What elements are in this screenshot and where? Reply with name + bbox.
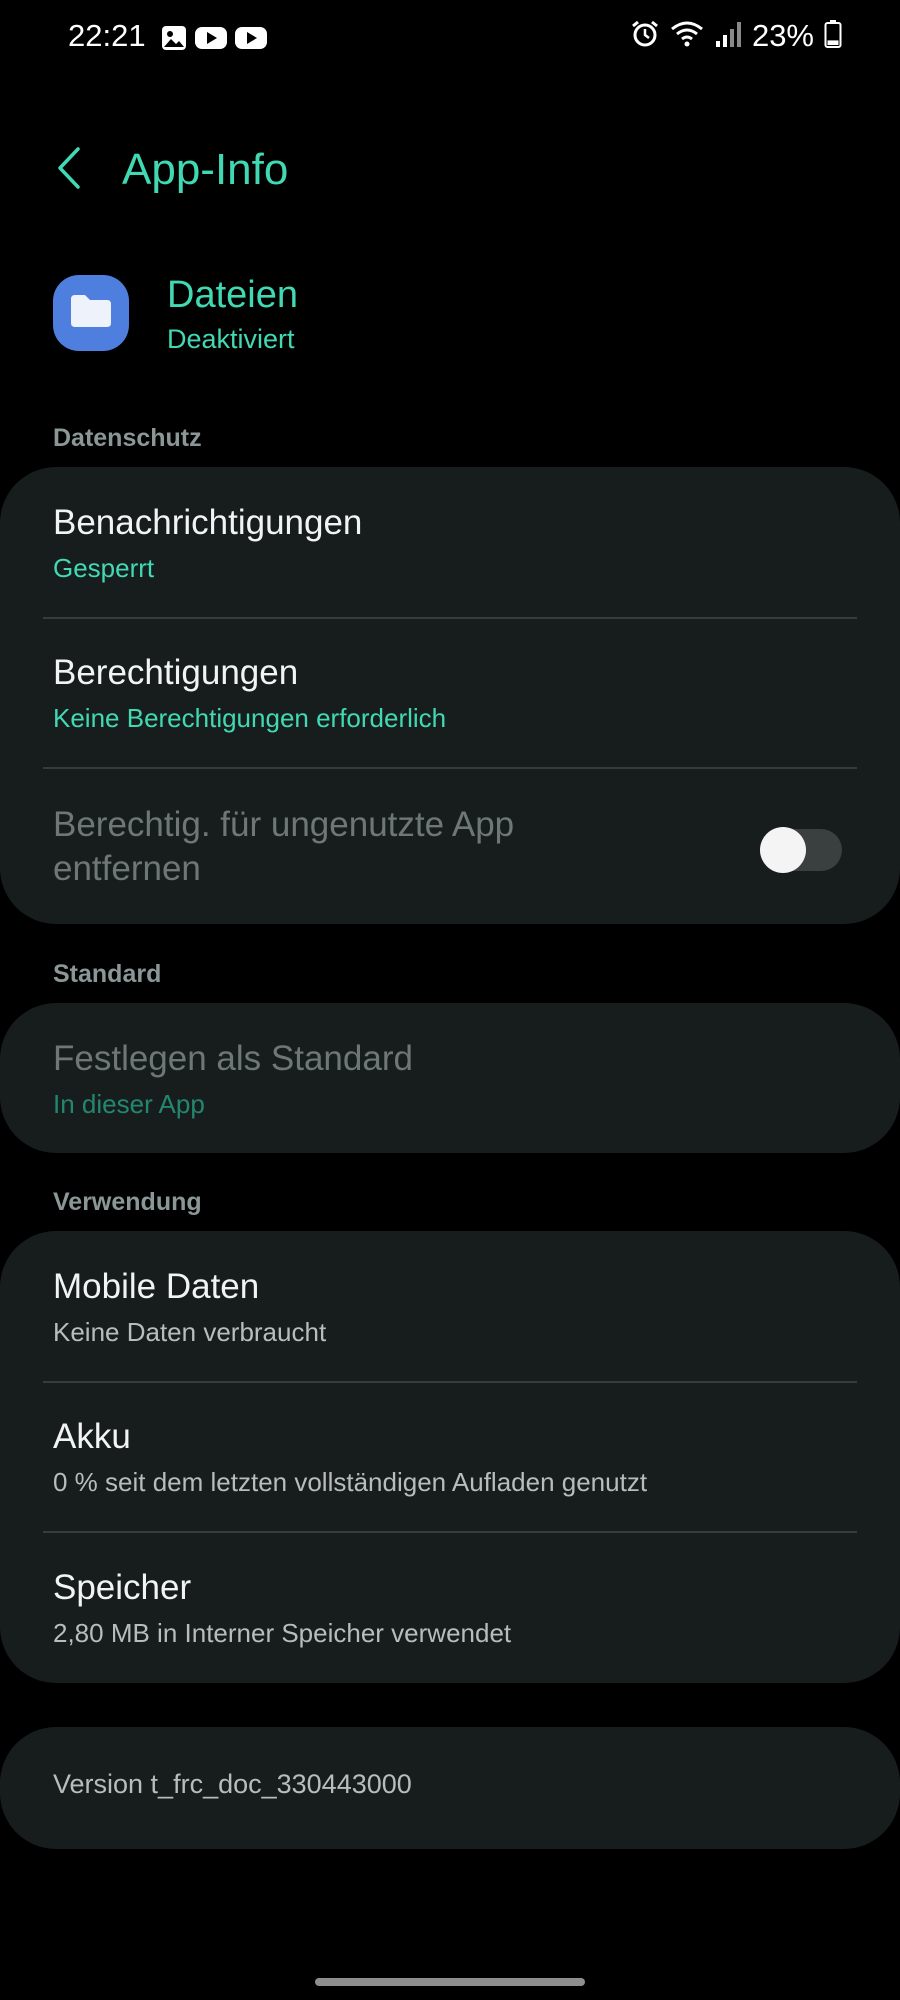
default-card: Festlegen als Standard In dieser App [0,1003,900,1153]
mobile-data-value: Keine Daten verbraucht [53,1317,327,1347]
battery-icon [824,19,842,54]
alarm-icon [630,19,660,54]
storage-value: 2,80 MB in Interner Speicher verwendet [53,1618,512,1648]
home-indicator[interactable] [315,1978,585,1986]
status-time: 22:21 [68,18,146,53]
status-bar: 22:21 23% [0,0,900,80]
set-as-default-row[interactable]: Festlegen als Standard In dieser App [0,1003,900,1153]
section-label-usage: Verwendung [53,1188,202,1216]
battery-percent: 23% [751,18,814,53]
permissions-title: Berechtigungen [53,653,299,692]
notifications-row[interactable]: Benachrichtigungen Gesperrt [0,467,900,619]
gallery-icon [160,24,188,57]
unused-app-permissions-row[interactable]: Berechtig. für ungenutzte App entfernen [0,769,900,924]
privacy-card: Benachrichtigungen Gesperrt Berechtigung… [0,467,900,924]
page-title: App-Info [122,145,289,194]
section-label-privacy: Datenschutz [53,424,202,452]
usage-card: Mobile Daten Keine Daten verbraucht Akku… [0,1231,900,1683]
wifi-icon [670,19,704,54]
section-label-default: Standard [53,960,162,988]
unused-app-permissions-title-line2: entfernen [53,849,201,888]
back-arrow-icon [54,145,84,196]
back-button[interactable] [44,140,94,200]
app-bar: App-Info [0,130,900,210]
toggle-knob [760,827,806,873]
storage-row[interactable]: Speicher 2,80 MB in Interner Speicher ve… [0,1532,900,1683]
battery-value: 0 % seit dem letzten vollständigen Aufla… [53,1467,648,1497]
youtube-icon [234,24,268,57]
mobile-data-title: Mobile Daten [53,1267,260,1306]
status-system-icons: 23% [630,18,842,54]
storage-title: Speicher [53,1568,192,1607]
permissions-value: Keine Berechtigungen erforderlich [53,703,447,733]
app-header: Dateien Deaktiviert [0,270,900,370]
unused-app-permissions-toggle[interactable] [760,827,842,873]
signal-icon [714,19,742,54]
notifications-title: Benachrichtigungen [53,503,363,542]
app-name: Dateien [167,274,298,316]
version-card: Version t_frc_doc_330443000 [0,1727,900,1849]
mobile-data-row[interactable]: Mobile Daten Keine Daten verbraucht [0,1231,900,1383]
unused-app-permissions-title-line1: Berechtig. für ungenutzte App [53,805,515,844]
battery-title: Akku [53,1417,131,1456]
battery-row[interactable]: Akku 0 % seit dem letzten vollständigen … [0,1381,900,1533]
app-icon [53,275,129,351]
set-as-default-title: Festlegen als Standard [53,1039,413,1078]
permissions-row[interactable]: Berechtigungen Keine Berechtigungen erfo… [0,617,900,769]
app-status: Deaktiviert [167,324,295,354]
notifications-value: Gesperrt [53,553,155,583]
folder-icon [69,293,113,334]
version-text: Version t_frc_doc_330443000 [53,1769,412,1799]
set-as-default-value: In dieser App [53,1089,205,1119]
youtube-icon [194,24,228,57]
status-notification-icons [160,24,268,57]
